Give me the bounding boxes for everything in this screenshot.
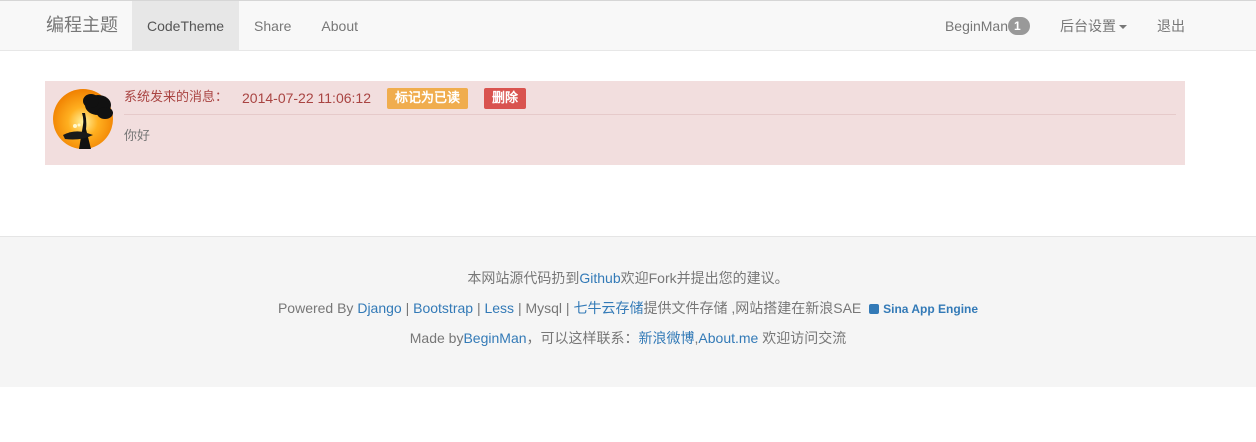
avatar — [53, 89, 113, 149]
less-link[interactable]: Less — [484, 300, 514, 316]
settings-dropdown[interactable]: 后台设置 — [1045, 1, 1142, 51]
footer-text: | Mysql | — [514, 300, 574, 316]
mark-read-button[interactable]: 标记为已读 — [386, 87, 468, 109]
footer-line-powered: Powered By Django | Bootstrap | Less | M… — [0, 298, 1256, 318]
main-nav: CodeTheme Share About — [132, 1, 373, 51]
divider — [124, 114, 1176, 115]
nav-item-share[interactable]: Share — [239, 1, 306, 51]
message-alert: 系统发来的消息： 2014-07-22 11:06:12 标记为已读 删除 你好 — [45, 81, 1185, 165]
notification-badge: 1 — [1008, 17, 1030, 35]
message-header: 系统发来的消息： 2014-07-22 11:06:12 标记为已读 删除 — [124, 87, 527, 109]
sae-logo-link[interactable]: Sina App Engine — [869, 302, 978, 316]
user-menu-link[interactable]: BeginMan 1 — [930, 1, 1045, 51]
sae-label: Sina App Engine — [883, 302, 979, 316]
caret-down-icon — [1119, 25, 1127, 30]
footer: 本网站源代码扔到Github欢迎Fork并提出您的建议。 Powered By … — [0, 236, 1256, 387]
sender-label: 系统发来的消息： — [124, 90, 229, 105]
message-time: 2014-07-22 11:06:12 — [242, 90, 371, 106]
footer-text: 提供文件存储 ,网站搭建在新浪SAE — [643, 300, 862, 316]
nav-item-codetheme[interactable]: CodeTheme — [132, 1, 240, 51]
footer-sep: | — [473, 300, 485, 316]
qiniu-link[interactable]: 七牛云存储 — [573, 300, 643, 316]
footer-line-source: 本网站源代码扔到Github欢迎Fork并提出您的建议。 — [0, 268, 1256, 288]
beginman-link[interactable]: BeginMan — [463, 330, 526, 346]
github-link[interactable]: Github — [579, 270, 620, 286]
django-link[interactable]: Django — [357, 300, 401, 316]
message-body: 你好 — [124, 129, 151, 144]
bootstrap-link[interactable]: Bootstrap — [413, 300, 473, 316]
sae-icon — [869, 304, 880, 314]
user-name: BeginMan — [944, 18, 1008, 34]
aboutme-link[interactable]: About.me — [698, 330, 758, 346]
footer-text: Powered By — [277, 300, 358, 316]
top-navbar: 编程主题 CodeTheme Share About BeginMan 1 后台设… — [0, 0, 1256, 51]
footer-sep: | — [401, 300, 414, 316]
user-nav: BeginMan 1 后台设置 退出 — [930, 1, 1200, 51]
footer-text: 本网站源代码扔到 — [467, 270, 580, 286]
settings-label: 后台设置 — [1060, 18, 1116, 34]
footer-text: ，可以这样联系： — [526, 330, 639, 346]
footer-line-contact: Made byBeginMan，可以这样联系：新浪微博,About.me 欢迎访… — [0, 328, 1256, 348]
nav-item-about[interactable]: About — [306, 1, 373, 51]
footer-text: 欢迎访问交流 — [758, 330, 847, 346]
delete-button[interactable]: 删除 — [484, 87, 527, 109]
logout-link[interactable]: 退出 — [1142, 1, 1200, 51]
brand-link[interactable]: 编程主题 — [46, 1, 118, 51]
footer-text: Made by — [409, 330, 464, 346]
weibo-link[interactable]: 新浪微博 — [639, 330, 695, 346]
footer-text: 欢迎Fork并提出您的建议。 — [620, 270, 789, 286]
